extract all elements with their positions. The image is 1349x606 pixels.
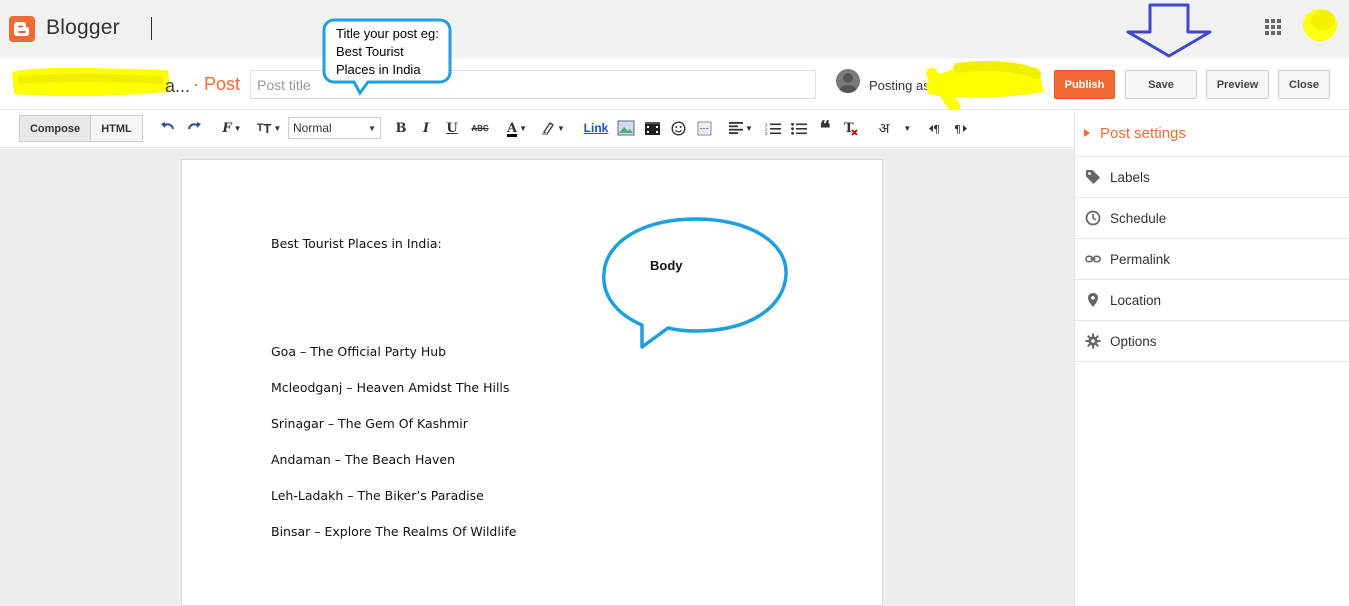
apps-grid-icon[interactable]: [1264, 18, 1282, 36]
redo-icon[interactable]: [184, 117, 204, 139]
divider: [151, 17, 152, 40]
post-settings-header[interactable]: Post settings: [1084, 125, 1186, 142]
post-settings-title: Post settings: [1100, 125, 1186, 142]
body-callout-text: Body: [650, 258, 683, 273]
sidebar-item-label: Location: [1110, 292, 1162, 308]
close-button[interactable]: Close: [1278, 70, 1330, 99]
compose-mode-button[interactable]: Compose: [19, 115, 91, 142]
post-breadcrumb: · Post: [193, 74, 241, 94]
sidebar-item-label: Options: [1110, 333, 1157, 349]
jump-break-icon[interactable]: [694, 117, 714, 139]
format-select-value: Normal: [293, 121, 332, 135]
user-avatar-icon[interactable]: [836, 69, 860, 93]
format-select[interactable]: Normal ▼: [288, 117, 381, 139]
down-arrow-annotation-icon: [1126, 3, 1212, 58]
rtl-direction-icon[interactable]: ¶: [952, 117, 970, 139]
link-icon: [1085, 255, 1101, 263]
redacted-blog-name: [12, 68, 170, 97]
sidebar-item-labels[interactable]: Labels: [1075, 156, 1349, 197]
preview-button[interactable]: Preview: [1206, 70, 1269, 99]
svg-text:¶: ¶: [933, 123, 940, 135]
html-mode-button[interactable]: HTML: [90, 115, 143, 142]
hindi-glyph: अ: [878, 120, 890, 137]
sidebar-item-label: Schedule: [1110, 210, 1167, 226]
strikethrough-icon[interactable]: ABC: [470, 117, 490, 139]
body-line[interactable]: Goa – The Official Party Hub: [271, 344, 446, 359]
insert-image-icon[interactable]: [616, 117, 636, 139]
label-icon: [1086, 170, 1100, 184]
redacted-avatar[interactable]: [1301, 7, 1339, 43]
quote-icon[interactable]: ❝: [815, 116, 835, 140]
insert-video-icon[interactable]: [642, 117, 662, 139]
sidebar-item-options[interactable]: Options: [1075, 320, 1349, 361]
body-line[interactable]: Leh-Ladakh – The Biker’s Paradise: [271, 488, 484, 503]
remove-formatting-icon[interactable]: T: [841, 117, 861, 139]
sidebar-item-location[interactable]: Location: [1075, 279, 1349, 320]
divider: [1075, 361, 1349, 362]
body-line[interactable]: Binsar – Explore The Realms Of Wildlife: [271, 524, 516, 539]
svg-text:3: 3: [765, 131, 768, 135]
body-line[interactable]: Andaman – The Beach Haven: [271, 452, 455, 467]
save-button[interactable]: Save: [1125, 70, 1197, 99]
numbered-list-icon[interactable]: 123: [763, 117, 783, 139]
redacted-user-name: [926, 61, 1044, 112]
brand-name: Blogger: [46, 16, 120, 39]
ltr-direction-icon[interactable]: ¶: [926, 117, 944, 139]
emoji-icon[interactable]: [668, 117, 688, 139]
sidebar-item-permalink[interactable]: Permalink: [1075, 238, 1349, 279]
sidebar-item-schedule[interactable]: Schedule: [1075, 197, 1349, 238]
publish-button[interactable]: Publish: [1054, 70, 1115, 99]
body-line[interactable]: Mcleodganj – Heaven Amidst The Hills: [271, 380, 509, 395]
bulleted-list-icon[interactable]: [789, 117, 809, 139]
align-icon[interactable]: ▼: [726, 117, 756, 139]
clock-icon: [1085, 210, 1101, 226]
svg-text:¶: ¶: [954, 123, 961, 135]
body-callout-bubble: [602, 217, 788, 349]
expand-triangle-icon: [1084, 129, 1090, 138]
gear-icon: [1085, 333, 1101, 349]
highlight-color-icon[interactable]: ▼: [538, 117, 568, 139]
body-heading[interactable]: Best Tourist Places in India:: [271, 236, 442, 251]
sidebar-item-label: Permalink: [1110, 251, 1171, 267]
body-line[interactable]: Srinagar – The Gem Of Kashmir: [271, 416, 468, 431]
italic-icon[interactable]: I: [419, 117, 433, 139]
text-color-icon[interactable]: A ▼: [502, 117, 532, 139]
location-pin-icon: [1088, 293, 1098, 307]
input-tools-button[interactable]: अ ▼: [873, 117, 917, 139]
font-size-icon[interactable]: T T ▼: [253, 117, 285, 139]
blogger-logo-icon[interactable]: [9, 16, 35, 42]
undo-icon[interactable]: [158, 117, 178, 139]
link-button[interactable]: Link: [582, 117, 610, 139]
sidebar-item-label: Labels: [1110, 169, 1150, 185]
bold-icon[interactable]: B: [393, 117, 409, 139]
font-family-icon[interactable]: F ▼: [217, 117, 247, 139]
title-callout-text: Title your post eg: Best Tourist Places …: [336, 26, 439, 77]
blog-name[interactable]: a...: [165, 76, 190, 97]
underline-icon[interactable]: U: [444, 117, 460, 139]
